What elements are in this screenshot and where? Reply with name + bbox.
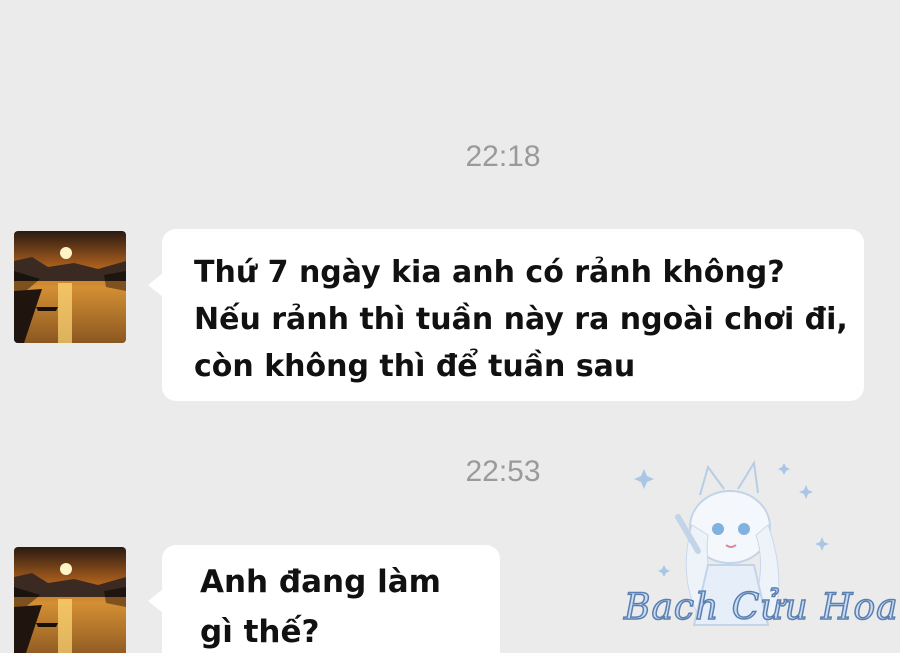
chat-window: 22:18 Thứ 7 ngày kia anh có rảnh không? … [0,0,900,653]
contact-avatar[interactable] [14,547,126,653]
message-timestamp: 22:18 [465,140,541,173]
message-text: Thứ 7 ngày kia anh có rảnh không? Nếu rả… [194,255,848,384]
sunset-lake-avatar-image [14,231,126,343]
contact-avatar[interactable] [14,231,126,343]
watermark-text: Bach Cửu Hoa [623,586,899,629]
message-bubble[interactable]: Anh đang làm gì thế? [148,545,500,653]
message-bubble[interactable]: Thứ 7 ngày kia anh có rảnh không? Nếu rả… [148,229,864,401]
message-text: Anh đang làm gì thế? [200,564,441,650]
sunset-lake-avatar-image [14,547,126,653]
watermark: Bach Cửu Hoa [608,455,898,653]
